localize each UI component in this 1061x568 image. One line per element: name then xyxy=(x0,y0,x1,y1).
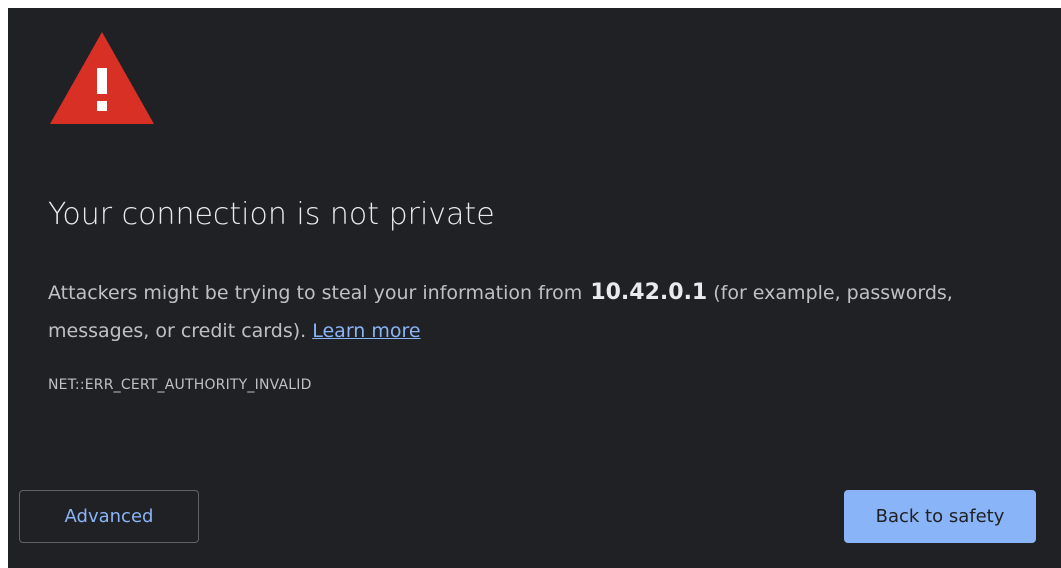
learn-more-link[interactable]: Learn more xyxy=(312,320,420,342)
advanced-button-label: Advanced xyxy=(64,506,154,527)
advanced-button[interactable]: Advanced xyxy=(19,490,199,543)
host-address: 10.42.0.1 xyxy=(590,280,708,305)
warning-description: Attackers might be trying to steal your … xyxy=(48,274,1028,350)
page-headline: Your connection is not private xyxy=(48,197,495,232)
warning-triangle-icon xyxy=(48,30,156,126)
back-to-safety-button[interactable]: Back to safety xyxy=(844,490,1036,543)
back-to-safety-button-label: Back to safety xyxy=(875,506,1005,527)
error-code: NET::ERR_CERT_AUTHORITY_INVALID xyxy=(48,377,312,393)
interstitial-page: Your connection is not private Attackers… xyxy=(8,8,1061,568)
description-text: Attackers might be trying to steal your … xyxy=(48,282,583,304)
